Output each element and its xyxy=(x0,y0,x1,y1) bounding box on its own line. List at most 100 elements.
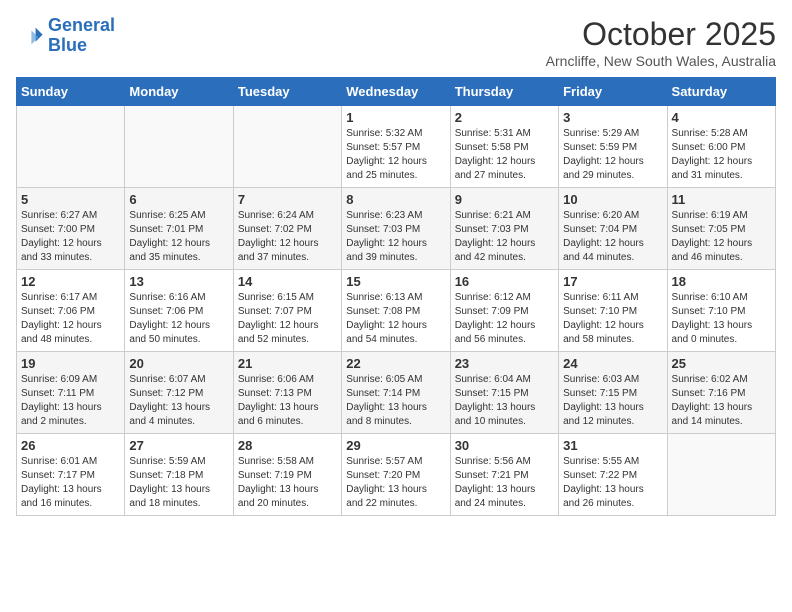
weekday-header-sunday: Sunday xyxy=(17,78,125,106)
day-detail: Sunrise: 6:05 AM Sunset: 7:14 PM Dayligh… xyxy=(346,373,445,429)
location-subtitle: Arncliffe, New South Wales, Australia xyxy=(546,53,776,69)
calendar-table: SundayMondayTuesdayWednesdayThursdayFrid… xyxy=(16,77,776,516)
day-number: 19 xyxy=(21,356,120,371)
day-detail: Sunrise: 6:17 AM Sunset: 7:06 PM Dayligh… xyxy=(21,291,120,347)
week-row-2: 5 Sunrise: 6:27 AM Sunset: 7:00 PM Daylig… xyxy=(17,188,776,270)
day-cell: 17 Sunrise: 6:11 AM Sunset: 7:10 PM Dayli… xyxy=(559,270,667,352)
day-number: 22 xyxy=(346,356,445,371)
day-cell: 12 Sunrise: 6:17 AM Sunset: 7:06 PM Dayli… xyxy=(17,270,125,352)
weekday-header-tuesday: Tuesday xyxy=(233,78,341,106)
day-detail: Sunrise: 6:01 AM Sunset: 7:17 PM Dayligh… xyxy=(21,455,120,511)
day-detail: Sunrise: 6:04 AM Sunset: 7:15 PM Dayligh… xyxy=(455,373,554,429)
day-detail: Sunrise: 6:10 AM Sunset: 7:10 PM Dayligh… xyxy=(672,291,771,347)
day-number: 16 xyxy=(455,274,554,289)
day-detail: Sunrise: 6:09 AM Sunset: 7:11 PM Dayligh… xyxy=(21,373,120,429)
logo-icon xyxy=(16,22,44,50)
day-number: 2 xyxy=(455,110,554,125)
day-detail: Sunrise: 6:25 AM Sunset: 7:01 PM Dayligh… xyxy=(129,209,228,265)
weekday-header-wednesday: Wednesday xyxy=(342,78,450,106)
day-detail: Sunrise: 6:23 AM Sunset: 7:03 PM Dayligh… xyxy=(346,209,445,265)
day-number: 5 xyxy=(21,192,120,207)
day-cell: 4Sunrise: 5:28 AM Sunset: 6:00 PM Daylig… xyxy=(667,106,775,188)
day-cell: 21 Sunrise: 6:06 AM Sunset: 7:13 PM Dayli… xyxy=(233,352,341,434)
day-cell: 11 Sunrise: 6:19 AM Sunset: 7:05 PM Dayli… xyxy=(667,188,775,270)
day-cell: 22 Sunrise: 6:05 AM Sunset: 7:14 PM Dayli… xyxy=(342,352,450,434)
day-detail: Sunrise: 6:06 AM Sunset: 7:13 PM Dayligh… xyxy=(238,373,337,429)
day-cell: 26 Sunrise: 6:01 AM Sunset: 7:17 PM Dayli… xyxy=(17,434,125,516)
logo-line1: General xyxy=(48,15,115,35)
day-cell: 14 Sunrise: 6:15 AM Sunset: 7:07 PM Dayli… xyxy=(233,270,341,352)
month-title: October 2025 xyxy=(546,16,776,53)
day-detail: Sunrise: 6:20 AM Sunset: 7:04 PM Dayligh… xyxy=(563,209,662,265)
day-number: 15 xyxy=(346,274,445,289)
day-cell: 6 Sunrise: 6:25 AM Sunset: 7:01 PM Daylig… xyxy=(125,188,233,270)
day-detail: Sunrise: 5:57 AM Sunset: 7:20 PM Dayligh… xyxy=(346,455,445,511)
day-detail: Sunrise: 6:16 AM Sunset: 7:06 PM Dayligh… xyxy=(129,291,228,347)
weekday-header-friday: Friday xyxy=(559,78,667,106)
day-detail: Sunrise: 6:11 AM Sunset: 7:10 PM Dayligh… xyxy=(563,291,662,347)
day-number: 13 xyxy=(129,274,228,289)
day-cell xyxy=(125,106,233,188)
day-number: 4 xyxy=(672,110,771,125)
day-detail: Sunrise: 6:24 AM Sunset: 7:02 PM Dayligh… xyxy=(238,209,337,265)
day-number: 30 xyxy=(455,438,554,453)
weekday-header-monday: Monday xyxy=(125,78,233,106)
day-number: 20 xyxy=(129,356,228,371)
page-header: General Blue October 2025 Arncliffe, New… xyxy=(16,16,776,69)
day-cell xyxy=(233,106,341,188)
day-number: 12 xyxy=(21,274,120,289)
day-number: 6 xyxy=(129,192,228,207)
day-detail: Sunrise: 6:02 AM Sunset: 7:16 PM Dayligh… xyxy=(672,373,771,429)
weekday-header-row: SundayMondayTuesdayWednesdayThursdayFrid… xyxy=(17,78,776,106)
day-number: 21 xyxy=(238,356,337,371)
day-number: 17 xyxy=(563,274,662,289)
day-cell: 3Sunrise: 5:29 AM Sunset: 5:59 PM Daylig… xyxy=(559,106,667,188)
day-cell: 2 Sunrise: 5:31 AM Sunset: 5:58 PM Daylig… xyxy=(450,106,558,188)
day-cell: 29Sunrise: 5:57 AM Sunset: 7:20 PM Dayli… xyxy=(342,434,450,516)
day-number: 11 xyxy=(672,192,771,207)
day-detail: Sunrise: 5:58 AM Sunset: 7:19 PM Dayligh… xyxy=(238,455,337,511)
logo-text: General Blue xyxy=(48,16,115,56)
day-number: 26 xyxy=(21,438,120,453)
weekday-header-thursday: Thursday xyxy=(450,78,558,106)
day-detail: Sunrise: 5:56 AM Sunset: 7:21 PM Dayligh… xyxy=(455,455,554,511)
day-cell: 28Sunrise: 5:58 AM Sunset: 7:19 PM Dayli… xyxy=(233,434,341,516)
week-row-3: 12 Sunrise: 6:17 AM Sunset: 7:06 PM Dayli… xyxy=(17,270,776,352)
day-number: 27 xyxy=(129,438,228,453)
day-cell: 1Sunrise: 5:32 AM Sunset: 5:57 PM Daylig… xyxy=(342,106,450,188)
week-row-1: 1Sunrise: 5:32 AM Sunset: 5:57 PM Daylig… xyxy=(17,106,776,188)
day-cell: 7 Sunrise: 6:24 AM Sunset: 7:02 PM Daylig… xyxy=(233,188,341,270)
logo: General Blue xyxy=(16,16,115,56)
day-cell: 24Sunrise: 6:03 AM Sunset: 7:15 PM Dayli… xyxy=(559,352,667,434)
day-number: 14 xyxy=(238,274,337,289)
day-number: 31 xyxy=(563,438,662,453)
day-number: 23 xyxy=(455,356,554,371)
logo-line2: Blue xyxy=(48,35,87,55)
day-cell: 13 Sunrise: 6:16 AM Sunset: 7:06 PM Dayli… xyxy=(125,270,233,352)
day-detail: Sunrise: 5:31 AM Sunset: 5:58 PM Dayligh… xyxy=(455,127,554,183)
day-cell: 23 Sunrise: 6:04 AM Sunset: 7:15 PM Dayli… xyxy=(450,352,558,434)
day-cell: 8Sunrise: 6:23 AM Sunset: 7:03 PM Daylig… xyxy=(342,188,450,270)
day-cell: 27Sunrise: 5:59 AM Sunset: 7:18 PM Dayli… xyxy=(125,434,233,516)
day-number: 7 xyxy=(238,192,337,207)
week-row-5: 26 Sunrise: 6:01 AM Sunset: 7:17 PM Dayli… xyxy=(17,434,776,516)
day-detail: Sunrise: 6:27 AM Sunset: 7:00 PM Dayligh… xyxy=(21,209,120,265)
day-number: 18 xyxy=(672,274,771,289)
day-detail: Sunrise: 6:15 AM Sunset: 7:07 PM Dayligh… xyxy=(238,291,337,347)
day-number: 3 xyxy=(563,110,662,125)
day-cell xyxy=(17,106,125,188)
day-detail: Sunrise: 6:13 AM Sunset: 7:08 PM Dayligh… xyxy=(346,291,445,347)
day-detail: Sunrise: 6:21 AM Sunset: 7:03 PM Dayligh… xyxy=(455,209,554,265)
day-number: 25 xyxy=(672,356,771,371)
title-block: October 2025 Arncliffe, New South Wales,… xyxy=(546,16,776,69)
week-row-4: 19 Sunrise: 6:09 AM Sunset: 7:11 PM Dayli… xyxy=(17,352,776,434)
day-number: 10 xyxy=(563,192,662,207)
day-cell: 25 Sunrise: 6:02 AM Sunset: 7:16 PM Dayli… xyxy=(667,352,775,434)
day-cell: 16Sunrise: 6:12 AM Sunset: 7:09 PM Dayli… xyxy=(450,270,558,352)
day-number: 9 xyxy=(455,192,554,207)
day-cell: 15 Sunrise: 6:13 AM Sunset: 7:08 PM Dayli… xyxy=(342,270,450,352)
day-detail: Sunrise: 6:19 AM Sunset: 7:05 PM Dayligh… xyxy=(672,209,771,265)
day-number: 1 xyxy=(346,110,445,125)
day-detail: Sunrise: 6:07 AM Sunset: 7:12 PM Dayligh… xyxy=(129,373,228,429)
day-detail: Sunrise: 6:03 AM Sunset: 7:15 PM Dayligh… xyxy=(563,373,662,429)
